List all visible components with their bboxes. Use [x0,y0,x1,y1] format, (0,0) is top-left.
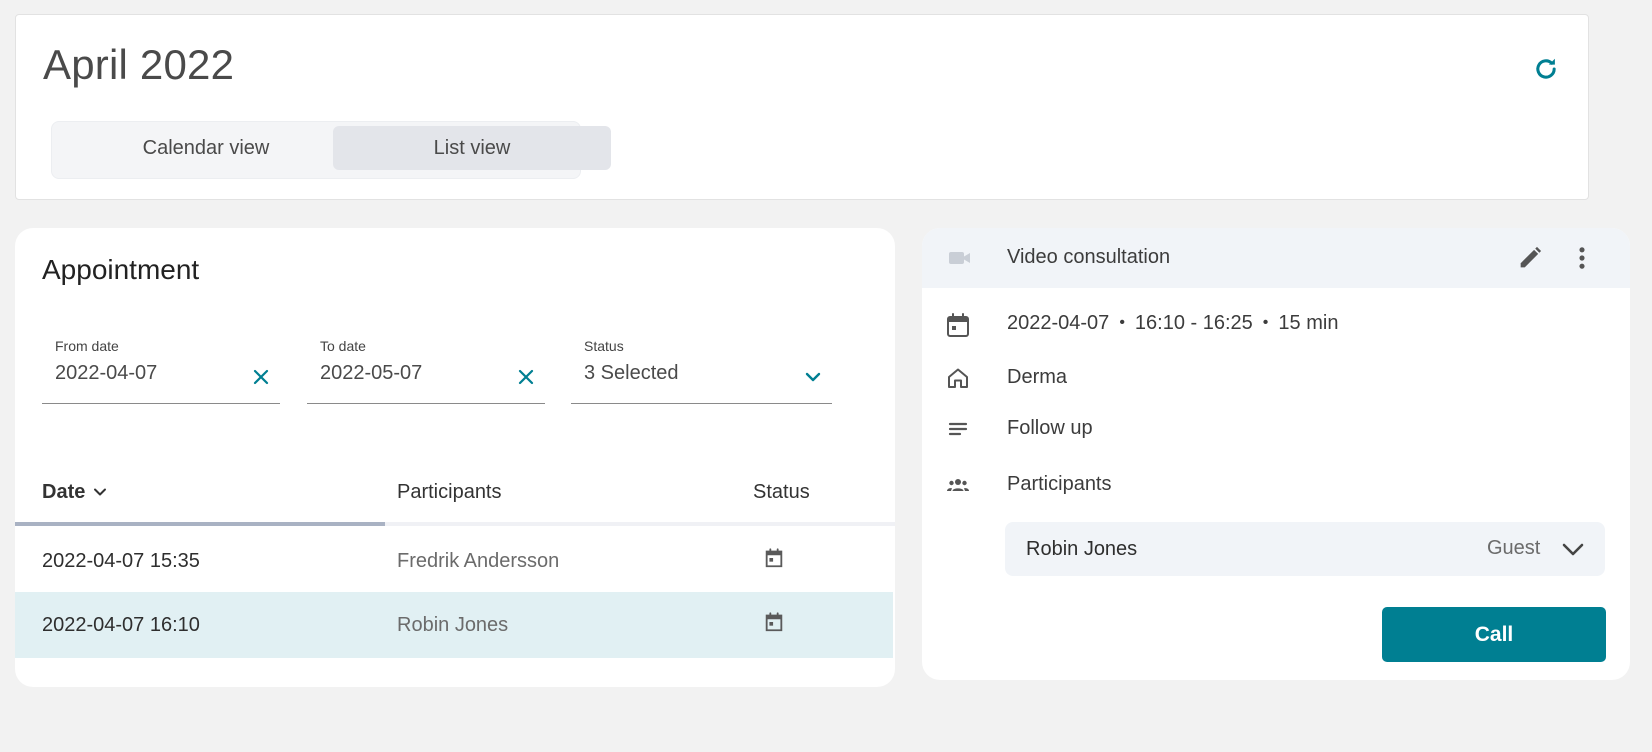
department: Derma [1007,366,1068,388]
more-vertical-icon[interactable] [1568,244,1596,272]
row-status [763,528,785,588]
notes-icon [948,422,968,436]
department-row: Derma [922,358,1630,398]
calendar-icon [765,612,783,632]
participant-name: Robin Jones [1026,538,1138,560]
edit-icon[interactable] [1516,244,1544,272]
to-date-label: To date [320,338,366,354]
participant-role: Guest [1487,537,1541,559]
from-date-field[interactable]: From date 2022-04-07 [42,338,280,404]
appointment-duration: 15 min [1278,312,1339,334]
video-camera-icon [949,252,970,264]
sort-chevron-down-icon [94,488,107,496]
participants-label: Participants [1007,473,1112,495]
status-select[interactable]: Status 3 Selected [571,338,832,404]
to-date-value: 2022-05-07 [320,362,423,384]
chevron-down-icon[interactable] [1561,538,1585,560]
refresh-icon [1536,58,1556,79]
column-header-date[interactable]: Date [42,470,107,514]
separator: • [1262,314,1269,331]
column-header-participants: Participants [397,480,502,503]
status-value: 3 Selected [584,362,679,384]
call-button[interactable]: Call [1382,607,1606,662]
participants-row: Participants [922,465,1630,505]
row-participant: Robin Jones [397,613,509,636]
appointment-list-card: Appointment From date 2022-04-07 To date… [15,228,895,687]
refresh-button[interactable] [1528,51,1564,87]
calendar-icon [765,548,783,568]
reason-row: Follow up [922,409,1630,449]
clear-from-date-icon[interactable] [252,368,270,386]
participant-item[interactable]: Robin Jones Guest [1005,522,1605,576]
table-header: Date Participants Status [15,470,895,520]
tab-list-view[interactable]: List view [333,126,611,170]
calendar-icon [947,313,969,337]
table-row-selected[interactable]: 2022-04-07 16:10 Robin Jones [15,592,893,658]
clear-to-date-icon[interactable] [517,368,535,386]
header-card: April 2022 Calendar view List view [15,14,1589,200]
tab-calendar-view[interactable]: Calendar view [68,126,344,170]
appointment-reason: Follow up [1007,417,1093,439]
appointment-detail-card: Video consultation 2022-04-07 • 16:10 - 16… [922,228,1630,680]
row-participant: Fredrik Andersson [397,549,560,572]
appointment-time: 16:10 - 16:25 [1134,312,1253,334]
row-status [763,592,785,652]
sort-indicator [15,522,385,526]
row-date: 2022-04-07 16:10 [42,613,200,636]
status-label: Status [584,338,624,354]
to-date-field[interactable]: To date 2022-05-07 [307,338,545,404]
home-icon [948,368,968,388]
detail-header: Video consultation [922,228,1630,288]
column-header-status: Status [753,480,810,503]
separator: • [1119,314,1125,331]
table-row[interactable]: 2022-04-07 15:35 Fredrik Andersson [15,528,893,594]
view-toggle: Calendar view List view [51,121,611,179]
chevron-down-icon[interactable] [804,368,822,386]
time-row: 2022-04-07 • 16:10 - 16:25 • 15 min [922,304,1630,344]
appointment-type: Video consultation [1007,246,1171,268]
row-date: 2022-04-07 15:35 [42,549,200,572]
appointment-date: 2022-04-07 [1007,312,1110,334]
appointment-time-info: 2022-04-07 • 16:10 - 16:25 • 15 min [1007,312,1338,335]
from-date-label: From date [55,338,119,354]
from-date-value: 2022-04-07 [55,362,158,384]
appointment-title: Appointment [42,254,200,285]
page-title: April 2022 [43,41,235,88]
column-header-date-label: Date [42,480,86,503]
group-icon [947,479,969,491]
